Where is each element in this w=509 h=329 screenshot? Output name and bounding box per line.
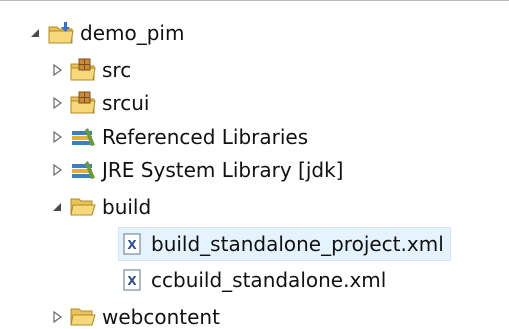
project-explorer-tree: demo_pim src srcui Referenced Libraries … — [0, 0, 509, 329]
tree-item-src[interactable]: src — [50, 53, 131, 87]
library-icon — [70, 157, 96, 183]
open-folder-icon — [70, 304, 96, 329]
tree-item-label: Referenced Libraries — [102, 125, 309, 149]
collapsed-twisty-icon[interactable] — [50, 63, 64, 77]
open-folder-icon — [70, 194, 96, 220]
svg-text:X: X — [127, 274, 137, 288]
library-icon — [70, 124, 96, 150]
expanded-twisty-icon[interactable] — [50, 200, 64, 214]
tree-item-label: srcui — [102, 91, 150, 115]
tree-item-jre-system-library[interactable]: JRE System Library [jdk] — [50, 153, 343, 187]
collapsed-twisty-icon[interactable] — [50, 96, 64, 110]
expanded-twisty-icon[interactable] — [28, 26, 42, 40]
svg-text:X: X — [127, 238, 137, 252]
package-folder-icon — [70, 90, 96, 116]
tree-item-build[interactable]: build — [50, 190, 151, 224]
collapsed-twisty-icon[interactable] — [50, 163, 64, 177]
xml-file-icon: X — [119, 231, 145, 257]
collapsed-twisty-icon[interactable] — [50, 130, 64, 144]
tree-item-demo-pim[interactable]: demo_pim — [28, 16, 184, 50]
tree-item-srcui[interactable]: srcui — [50, 86, 149, 120]
tree-item-label: ccbuild_standalone.xml — [151, 268, 387, 292]
collapsed-twisty-icon[interactable] — [50, 310, 64, 324]
tree-item-label: build — [102, 195, 152, 219]
tree-item-ccbuild-standalone-xml[interactable]: X ccbuild_standalone.xml — [119, 263, 386, 297]
project-folder-icon — [48, 20, 74, 46]
tree-item-referenced-libraries[interactable]: Referenced Libraries — [50, 120, 308, 154]
tree-item-webcontent[interactable]: webcontent — [50, 300, 220, 329]
xml-file-icon: X — [119, 267, 145, 293]
tree-item-label: demo_pim — [80, 21, 185, 45]
tree-item-label: webcontent — [102, 305, 220, 329]
tree-item-label: build_standalone_project.xml — [151, 232, 444, 256]
tree-item-build-standalone-project-xml[interactable]: X build_standalone_project.xml — [118, 227, 451, 261]
tree-item-label: src — [102, 58, 132, 82]
package-folder-icon — [70, 57, 96, 83]
tree-item-label: JRE System Library [jdk] — [102, 158, 344, 182]
